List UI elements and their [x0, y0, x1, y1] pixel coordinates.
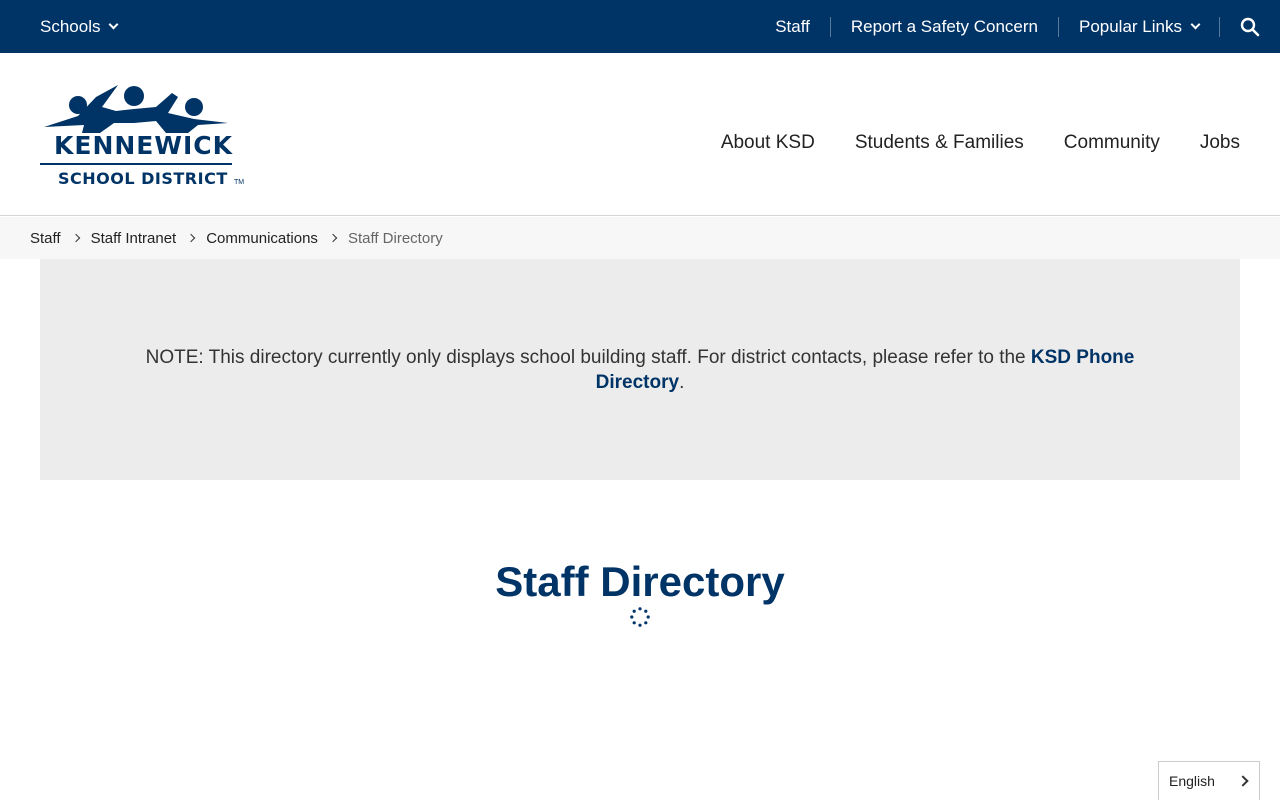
- page-title: Staff Directory: [495, 558, 785, 605]
- logo-divider: [40, 163, 232, 165]
- logo-name-line2: SCHOOL DISTRICT: [58, 169, 228, 188]
- loading-spinner-icon: [630, 607, 650, 627]
- utility-link-label: Staff: [775, 16, 810, 36]
- logo-figures-icon: [44, 85, 228, 133]
- logo-name-line1: KENNEWICK: [54, 131, 233, 160]
- breadcrumb-item-staff-intranet[interactable]: Staff Intranet: [91, 230, 177, 247]
- schools-dropdown-button[interactable]: Schools: [40, 0, 119, 53]
- note-text: NOTE: This directory currently only disp…: [110, 345, 1170, 395]
- chevron-right-icon: [328, 233, 338, 243]
- nav-item-jobs[interactable]: Jobs: [1200, 132, 1240, 154]
- nav-item-students-families[interactable]: Students & Families: [855, 132, 1024, 154]
- utility-link-report-safety-concern[interactable]: Report a Safety Concern: [831, 16, 1059, 37]
- language-label: English: [1169, 773, 1215, 789]
- breadcrumb-item-staff[interactable]: Staff: [30, 230, 61, 247]
- utility-link-label: Report a Safety Concern: [850, 16, 1038, 36]
- breadcrumb-item-current: Staff Directory: [347, 229, 443, 247]
- chevron-down-icon: [109, 19, 119, 30]
- chevron-right-icon: [186, 233, 196, 243]
- chevron-right-icon: [1237, 775, 1249, 787]
- utility-link-label: Popular Links: [1078, 16, 1182, 36]
- search-icon: [1240, 17, 1260, 36]
- chevron-down-icon: [1190, 19, 1201, 30]
- nav-item-about-ksd[interactable]: About KSD: [721, 132, 815, 154]
- nav-item-community[interactable]: Community: [1064, 132, 1160, 154]
- district-logo[interactable]: KENNEWICK SCHOOL DISTRICT TM: [38, 83, 248, 189]
- logo-trademark: TM: [234, 179, 245, 186]
- language-selector[interactable]: English: [1158, 761, 1260, 800]
- note-body: NOTE: This directory currently only disp…: [145, 346, 1031, 368]
- breadcrumb-item-communications[interactable]: Communications: [206, 230, 318, 247]
- schools-label: Schools: [40, 16, 101, 36]
- site-header: KENNEWICK SCHOOL DISTRICT TM About KSD S…: [0, 53, 1280, 216]
- utility-bar: Schools Staff Report a Safety Concern Po…: [0, 0, 1280, 53]
- utility-link-popular-links[interactable]: Popular Links: [1059, 16, 1220, 37]
- utility-link-staff[interactable]: Staff: [755, 16, 831, 37]
- breadcrumb: Staff Staff Intranet Communications Staf…: [0, 217, 1280, 259]
- note-end: .: [679, 371, 685, 393]
- search-button[interactable]: [1220, 0, 1280, 53]
- utility-links: Staff Report a Safety Concern Popular Li…: [755, 0, 1280, 53]
- main-nav: About KSD Students & Families Community …: [721, 53, 1240, 233]
- chevron-right-icon: [71, 233, 80, 243]
- directory-note: NOTE: This directory currently only disp…: [40, 259, 1240, 480]
